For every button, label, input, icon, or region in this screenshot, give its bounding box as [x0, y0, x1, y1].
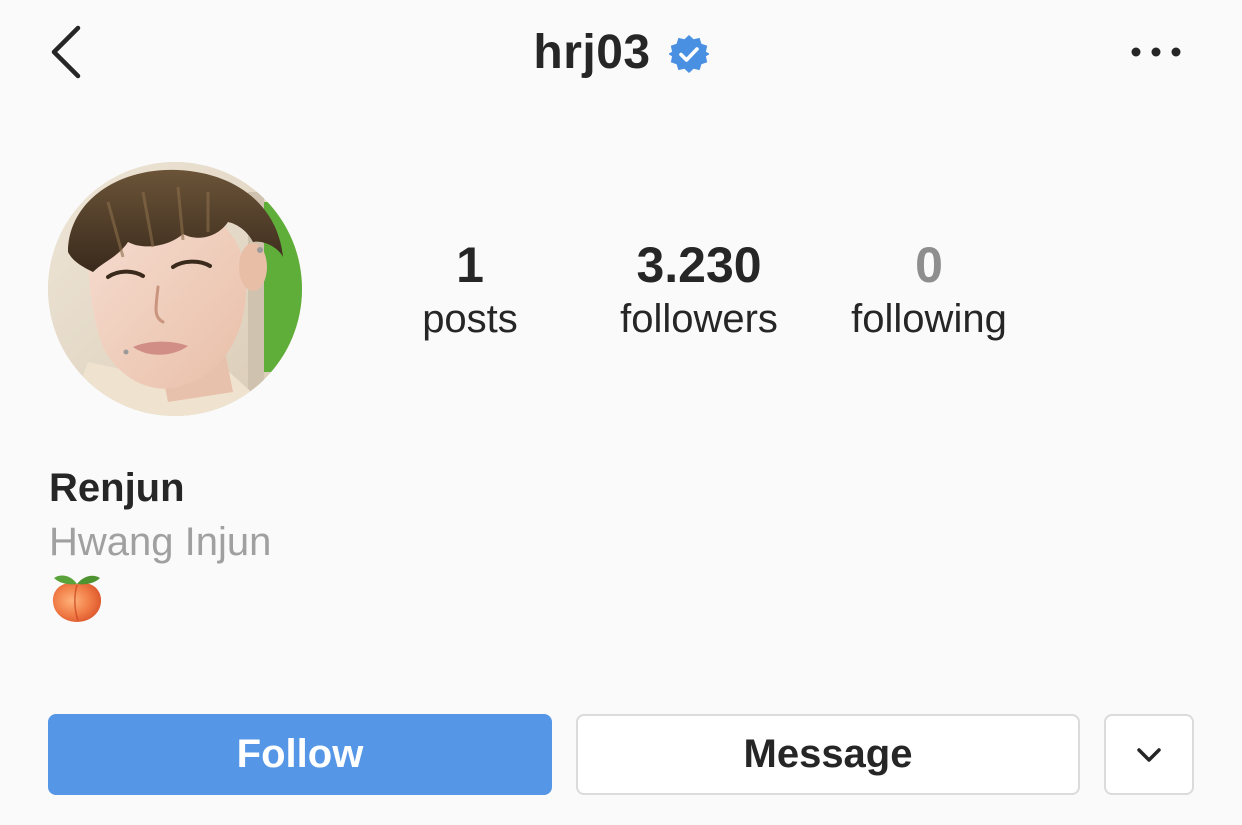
stat-following[interactable]: 0 following — [834, 236, 1024, 344]
header-title: hrj03 — [0, 22, 1242, 82]
suggested-accounts-button[interactable] — [1104, 714, 1194, 795]
followers-label: followers — [620, 297, 778, 341]
verified-badge-icon — [668, 34, 709, 74]
followers-count: 3.230 — [636, 237, 762, 293]
profile-photo — [48, 162, 302, 416]
full-name: Hwang Injun — [49, 520, 272, 564]
posts-count: 1 — [456, 237, 484, 293]
chevron-down-icon — [1137, 747, 1161, 762]
message-button[interactable]: Message — [576, 714, 1080, 795]
posts-label: posts — [422, 297, 518, 341]
stat-followers[interactable]: 3.230 followers — [598, 236, 800, 344]
following-count: 0 — [915, 237, 943, 293]
more-options-button[interactable] — [1126, 32, 1186, 72]
peach-emoji-icon — [50, 570, 104, 624]
avatar[interactable] — [48, 162, 302, 416]
follow-button[interactable]: Follow — [48, 714, 552, 795]
display-name: Renjun — [49, 466, 185, 510]
following-label: following — [851, 297, 1007, 341]
stat-posts[interactable]: 1 posts — [400, 236, 540, 344]
username: hrj03 — [533, 25, 651, 79]
profile-screen: hrj03 1 posts 3.230 followers 0 followin… — [0, 0, 1242, 825]
more-horizontal-icon — [1131, 47, 1181, 57]
